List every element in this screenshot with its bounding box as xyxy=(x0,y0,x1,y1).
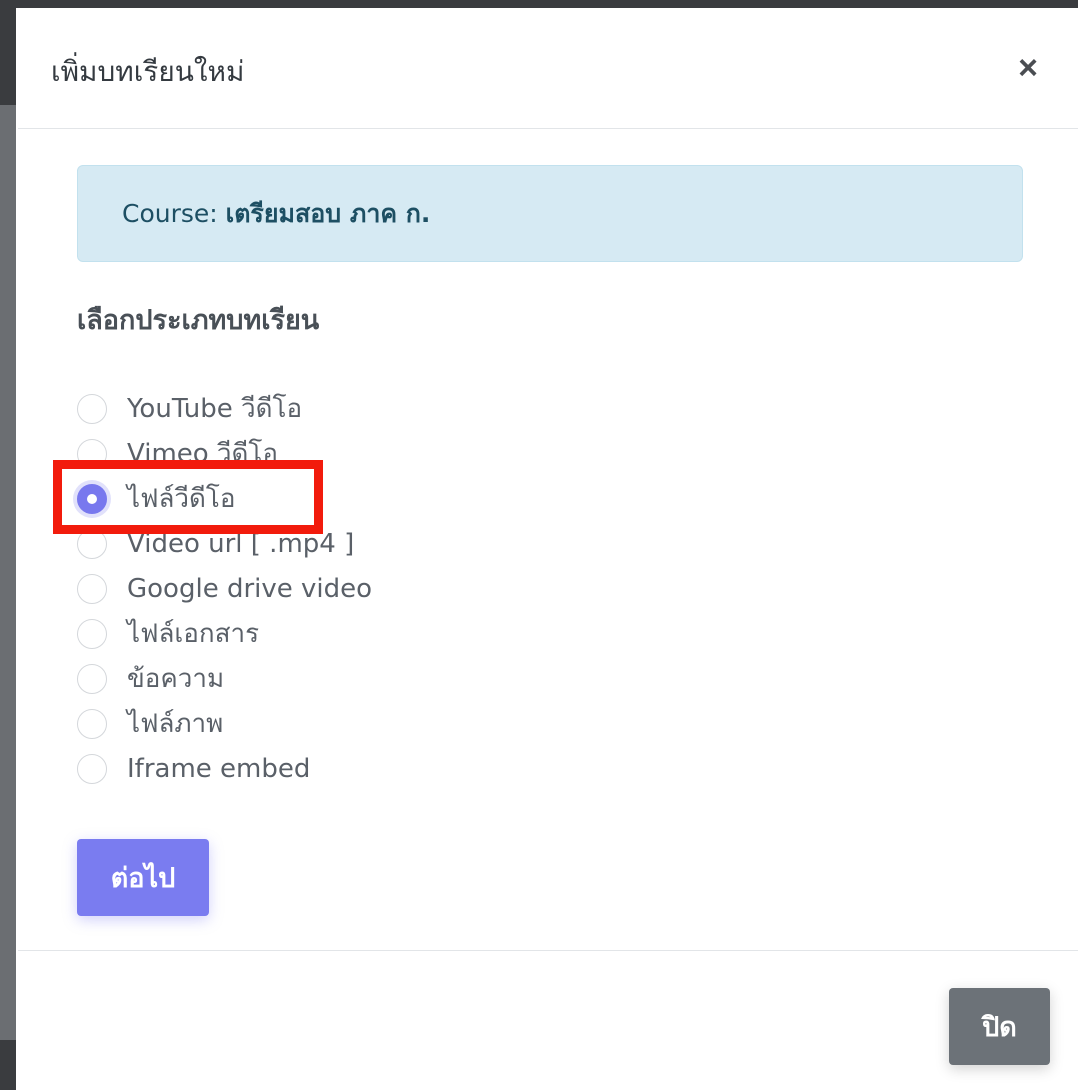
lesson-type-option-label: ข้อความ xyxy=(127,664,225,694)
lesson-type-option[interactable]: YouTube วีดีโอ xyxy=(77,386,677,431)
course-prefix: Course: xyxy=(122,199,226,228)
modal-header: เพิ่มบทเรียนใหม่ × xyxy=(18,10,1078,129)
close-button[interactable]: ปิด xyxy=(949,988,1050,1065)
lesson-type-option[interactable]: ไฟล์ภาพ xyxy=(77,701,677,746)
lesson-type-option[interactable]: Iframe embed xyxy=(77,746,677,791)
lesson-type-option[interactable]: ไฟล์เอกสาร xyxy=(77,611,677,656)
background-page-dark-bottom xyxy=(0,1040,16,1090)
lesson-type-option[interactable]: Google drive video xyxy=(77,566,677,611)
radio-unchecked-icon[interactable] xyxy=(77,618,107,649)
lesson-type-radio-group: YouTube วีดีโอ Vimeo วีดีโอ ไฟล์วีดีโอ Vide… xyxy=(77,386,677,791)
course-name: เตรียมสอบ ภาค ก. xyxy=(225,199,431,228)
next-button[interactable]: ต่อไป xyxy=(77,839,209,916)
radio-unchecked-icon[interactable] xyxy=(77,753,107,784)
lesson-type-label: เลือกประเภทบทเรียน xyxy=(77,305,320,336)
radio-unchecked-icon[interactable] xyxy=(77,708,107,739)
lesson-type-option-label: ไฟล์เอกสาร xyxy=(127,619,260,649)
radio-unchecked-icon[interactable] xyxy=(77,663,107,694)
course-info-alert: Course: เตรียมสอบ ภาค ก. xyxy=(77,165,1023,262)
selected-option-highlight xyxy=(53,460,323,534)
lesson-type-option-label: YouTube วีดีโอ xyxy=(127,394,303,424)
background-page-strip xyxy=(0,0,16,1090)
close-icon[interactable]: × xyxy=(1008,48,1048,88)
background-page-dark-top xyxy=(0,0,16,105)
radio-unchecked-icon[interactable] xyxy=(77,573,107,604)
radio-unchecked-icon[interactable] xyxy=(77,393,107,424)
lesson-type-option[interactable]: ข้อความ xyxy=(77,656,677,701)
modal-title: เพิ่มบทเรียนใหม่ xyxy=(51,55,245,88)
background-topbar xyxy=(0,0,1078,8)
modal-footer: ปิด xyxy=(18,950,1078,1091)
add-lesson-modal: เพิ่มบทเรียนใหม่ × Course: เตรียมสอบ ภาค… xyxy=(18,10,1078,1090)
lesson-type-option-label: Google drive video xyxy=(127,573,373,604)
lesson-type-option-label: ไฟล์ภาพ xyxy=(127,709,224,739)
lesson-type-option-label: Iframe embed xyxy=(127,753,311,784)
